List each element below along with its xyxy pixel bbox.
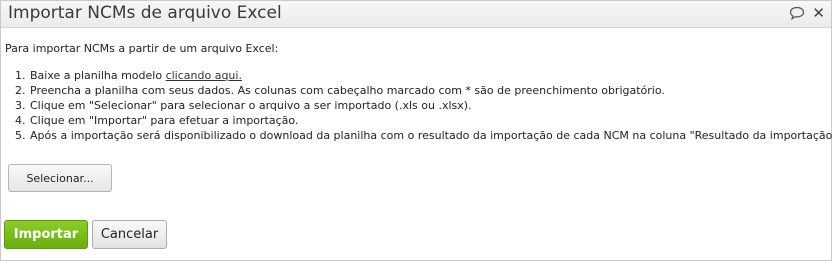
steps-list: Baixe a planilha modelo clicando aqui. P… (5, 68, 832, 143)
step-text: Preencha a planilha com seus dados. As c… (30, 84, 665, 97)
cancel-button[interactable]: Cancelar (92, 220, 167, 249)
step-item: Baixe a planilha modelo clicando aqui. (29, 68, 831, 83)
step-item: Clique em "Selecionar" para selecionar o… (29, 98, 831, 113)
step-text: Clique em "Selecionar" para selecionar o… (30, 99, 472, 112)
step-item: Preencha a planilha com seus dados. As c… (29, 83, 831, 98)
step-text: Clique em "Importar" para efetuar a impo… (30, 114, 299, 127)
dialog-titlebar: Importar NCMs de arquivo Excel ✕ (1, 1, 831, 28)
step-text: Baixe a planilha modelo (30, 69, 166, 82)
titlebar-icons: ✕ (789, 5, 825, 21)
import-button[interactable]: Importar (4, 220, 88, 249)
step-text: Após a importação será disponibilizado o… (30, 129, 832, 142)
close-icon[interactable]: ✕ (812, 5, 825, 21)
import-ncm-dialog: Importar NCMs de arquivo Excel ✕ Para im… (0, 0, 832, 261)
intro-text: Para importar NCMs a partir de um arquiv… (5, 42, 279, 55)
select-file-button[interactable]: Selecionar... (8, 164, 112, 192)
download-template-link[interactable]: clicando aqui. (166, 69, 242, 82)
dialog-content: Para importar NCMs a partir de um arquiv… (5, 41, 832, 143)
speech-bubble-icon[interactable] (789, 6, 805, 20)
step-item: Clique em "Importar" para efetuar a impo… (29, 113, 831, 128)
step-item: Após a importação será disponibilizado o… (29, 128, 832, 143)
dialog-title: Importar NCMs de arquivo Excel (8, 3, 282, 23)
